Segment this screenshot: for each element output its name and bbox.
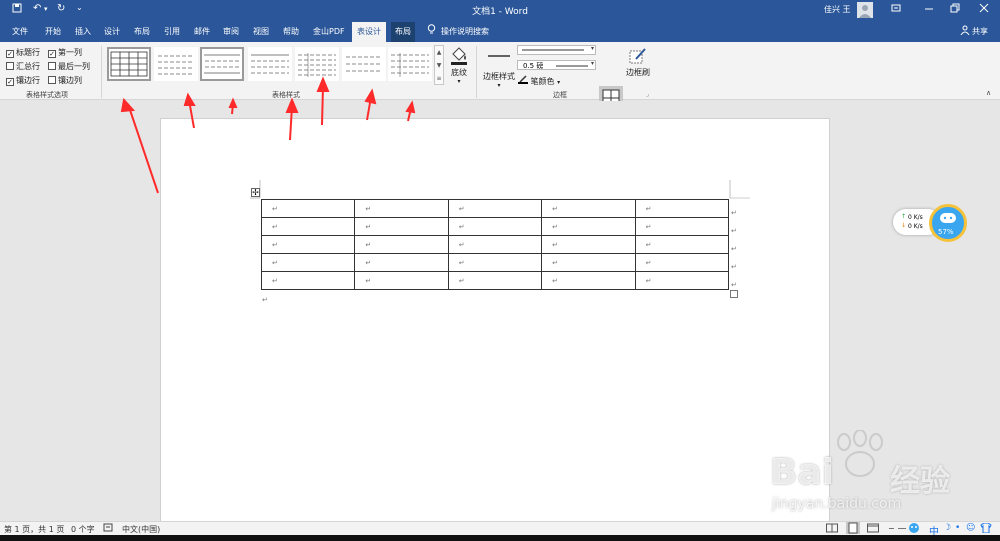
red-arrow-head — [316, 76, 330, 92]
red-arrow — [127, 103, 159, 194]
status-bar: 第 1 页，共 1 页 0 个字 中文(中国) − 中 ☽ • ☺ — [0, 521, 1000, 538]
tshirt-icon[interactable] — [980, 522, 992, 535]
taskbar-edge — [0, 535, 1000, 541]
word-count[interactable]: 0 个字 — [71, 524, 95, 535]
red-arrow-head — [405, 100, 416, 114]
zoom-out-icon[interactable]: − — [888, 524, 895, 533]
red-arrow-head — [364, 88, 377, 105]
annotation-arrows — [120, 76, 416, 194]
red-arrow-head — [120, 97, 136, 113]
proofing-icon[interactable] — [103, 523, 113, 535]
read-mode-icon[interactable] — [826, 523, 838, 535]
print-layout-icon[interactable] — [846, 522, 860, 534]
red-arrow-head — [183, 92, 196, 106]
red-arrow-head — [228, 97, 238, 108]
page-count[interactable]: 第 1 页，共 1 页 — [4, 524, 64, 535]
red-arrow-head — [285, 97, 299, 113]
app-tray-icon[interactable] — [907, 522, 921, 536]
punctuation-icon[interactable]: • — [955, 523, 960, 533]
language[interactable]: 中文(中国) — [122, 524, 160, 535]
skin-icon[interactable]: ☺ — [966, 523, 975, 533]
web-layout-icon[interactable] — [867, 523, 879, 535]
moon-icon[interactable]: ☽ — [943, 523, 951, 533]
zoom-slider[interactable] — [898, 528, 906, 529]
